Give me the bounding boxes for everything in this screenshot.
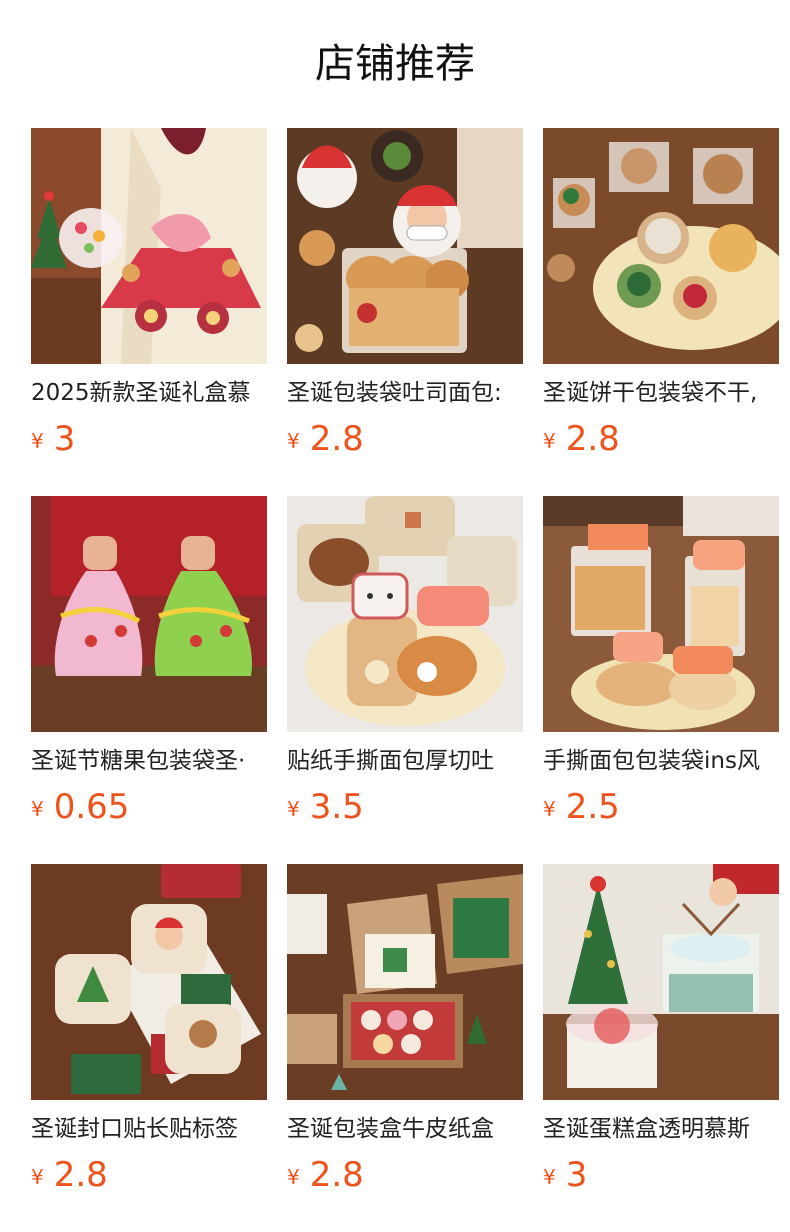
product-card[interactable]: 手撕面包包装袋ins风 ¥2.5 [543,496,779,836]
product-image[interactable] [287,496,523,732]
product-image[interactable] [287,864,523,1100]
product-card[interactable]: 圣诞蛋糕盒透明慕斯 ¥3 [543,864,779,1204]
header: 店铺推荐 [0,0,790,128]
product-price: ¥3 [543,1154,587,1196]
product-price: ¥3 [31,418,75,460]
currency-symbol: ¥ [543,429,556,453]
price-value: 2.5 [565,787,620,827]
currency-symbol: ¥ [287,797,300,821]
product-name[interactable]: 圣诞包装盒牛皮纸盒 [287,1112,523,1146]
product-image[interactable] [31,128,267,364]
product-image[interactable] [543,864,779,1100]
product-image[interactable] [287,128,523,364]
product-price: ¥2.5 [543,786,620,828]
price-value: 0.65 [53,787,130,827]
currency-symbol: ¥ [31,797,44,821]
product-name[interactable]: 圣诞封口贴长贴标签 [31,1112,267,1146]
price-value: 3.5 [309,787,364,827]
product-price: ¥3.5 [287,786,364,828]
currency-symbol: ¥ [287,1165,300,1189]
product-name[interactable]: 圣诞节糖果包装袋圣· [31,744,267,778]
product-name[interactable]: 手撕面包包装袋ins风 [543,744,779,778]
page-title: 店铺推荐 [315,41,475,87]
product-image[interactable] [543,496,779,732]
product-name[interactable]: 圣诞包装袋吐司面包: [287,376,523,410]
product-name[interactable]: 2025新款圣诞礼盒慕 [31,376,267,410]
product-name[interactable]: 贴纸手撕面包厚切吐 [287,744,523,778]
price-value: 2.8 [309,1155,364,1195]
currency-symbol: ¥ [287,429,300,453]
product-price: ¥0.65 [31,786,129,828]
product-price: ¥2.8 [31,1154,108,1196]
product-image[interactable] [543,128,779,364]
currency-symbol: ¥ [543,797,556,821]
product-name[interactable]: 圣诞饼干包装袋不干, [543,376,779,410]
product-card[interactable]: 圣诞饼干包装袋不干, ¥2.8 [543,128,779,468]
currency-symbol: ¥ [31,1165,44,1189]
currency-symbol: ¥ [543,1165,556,1189]
price-value: 2.8 [565,419,620,459]
product-card[interactable]: 圣诞封口贴长贴标签 ¥2.8 [31,864,267,1204]
product-card[interactable]: 圣诞节糖果包装袋圣· ¥0.65 [31,496,267,836]
price-value: 2.8 [53,1155,108,1195]
product-image[interactable] [31,496,267,732]
price-value: 3 [53,419,76,459]
product-name[interactable]: 圣诞蛋糕盒透明慕斯 [543,1112,779,1146]
currency-symbol: ¥ [31,429,44,453]
price-value: 3 [565,1155,588,1195]
product-image[interactable] [31,864,267,1100]
product-price: ¥2.8 [287,418,364,460]
product-card[interactable]: 圣诞包装盒牛皮纸盒 ¥2.8 [287,864,523,1204]
product-price: ¥2.8 [287,1154,364,1196]
product-card[interactable]: 2025新款圣诞礼盒慕 ¥3 [31,128,267,468]
product-price: ¥2.8 [543,418,620,460]
product-card[interactable]: 贴纸手撕面包厚切吐 ¥3.5 [287,496,523,836]
price-value: 2.8 [309,419,364,459]
product-card[interactable]: 圣诞包装袋吐司面包: ¥2.8 [287,128,523,468]
